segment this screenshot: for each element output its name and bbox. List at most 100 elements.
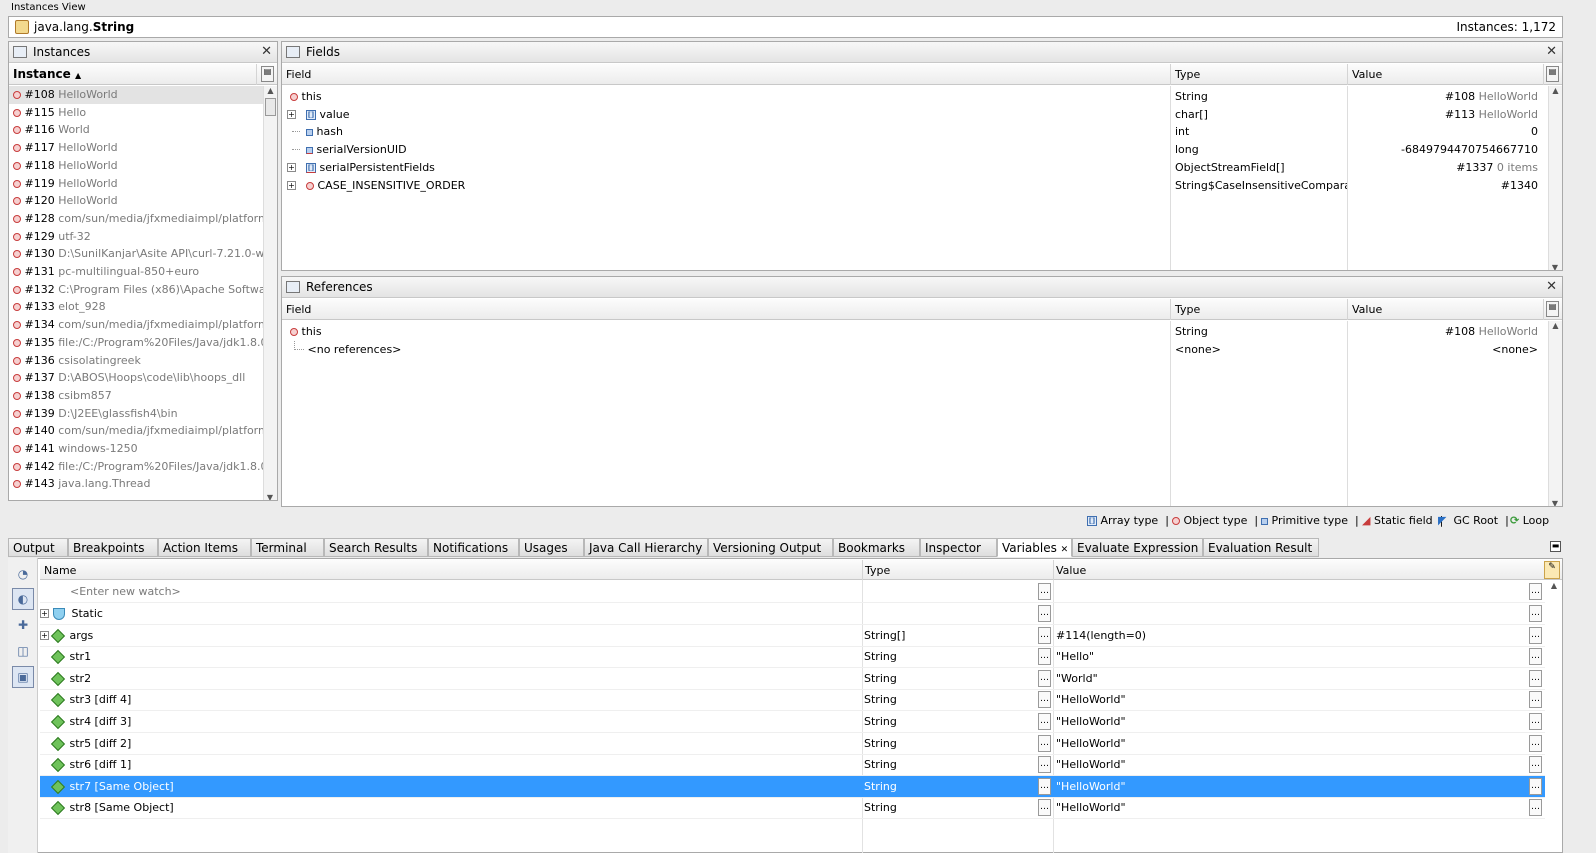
value-edit-button[interactable]: … [1529,669,1542,687]
field-row[interactable]: hash int 0 [282,123,1548,141]
tab-variables[interactable]: Variables ✕ [997,538,1072,557]
tab-breakpoints[interactable]: Breakpoints [68,538,158,557]
type-edit-button[interactable]: … [1038,605,1051,622]
filter-icon[interactable]: ◫ [12,640,34,662]
instances-scrollbar[interactable]: ▲ ▼ [263,86,277,500]
variable-row[interactable]: str6 [diff 1] String… "HelloWorld"… [40,754,1545,777]
watch-icon[interactable]: ◔ [12,563,34,585]
reference-row[interactable]: <no references> <none> <none> [282,340,1548,359]
variable-row[interactable]: str4 [diff 3] String… "HelloWorld"… [40,711,1545,733]
instance-row[interactable]: #131 pc-multilingual-850+euro [9,263,265,281]
field-row[interactable]: + [] value char[] #113 HelloWorld [282,106,1548,124]
variables-scrollbar[interactable]: ▲ [1546,581,1562,853]
value-edit-button[interactable]: … [1529,713,1542,730]
expand-icon[interactable]: + [40,630,49,640]
instance-row[interactable]: #118 HelloWorld [9,157,265,175]
new-watch-input[interactable]: <Enter new watch> [70,581,181,603]
tab-versioning-output[interactable]: Versioning Output [708,538,833,557]
instance-row[interactable]: #140 com/sun/media/jfxmediaimpl/platform… [9,422,277,440]
field-row[interactable]: + [] serialPersistentFields ObjectStreamFi… [282,159,1548,177]
type-column[interactable]: Type [1171,64,1348,85]
field-row[interactable]: serialVersionUID long -6849794470754667710 [282,141,1548,159]
instance-row[interactable]: #134 com/sun/media/jfxmediaimpl/platform… [9,316,277,334]
close-icon[interactable]: ✕ [261,44,272,59]
tab-evaluation-result[interactable]: Evaluation Result [1203,538,1319,557]
type-edit-button[interactable]: … [1038,799,1051,817]
variable-row[interactable]: str3 [diff 4] String… "HelloWorld"… [40,689,1545,712]
instance-row[interactable]: #115 Hello [9,104,265,122]
type-edit-button[interactable]: … [1038,713,1051,730]
tab-usages[interactable]: Usages [519,538,584,557]
type-column[interactable]: Type [865,564,890,577]
type-edit-button[interactable]: … [1038,583,1051,600]
instance-row[interactable]: #141 windows-1250 [9,440,265,458]
instance-row[interactable]: #143 java.lang.Thread [9,475,265,493]
value-column[interactable]: Value [1056,564,1086,577]
fields-scrollbar[interactable]: ▲ ▼ [1548,86,1562,270]
value-edit-button[interactable]: … [1529,626,1542,644]
instance-row[interactable]: #119 HelloWorld [9,175,265,193]
expand-icon[interactable]: + [287,180,296,190]
field-column[interactable]: Field [282,64,1171,85]
value-column[interactable]: Value [1348,64,1544,85]
tab-terminal[interactable]: Terminal [251,538,324,557]
instance-column[interactable]: Instance ▲ [9,64,257,85]
value-edit-button[interactable]: … [1529,605,1542,622]
tab-notifications[interactable]: Notifications [428,538,519,557]
instance-row[interactable]: #136 csisolatingreek [9,352,265,370]
variable-row[interactable]: str8 [Same Object] String… "HelloWorld"… [40,797,1545,820]
column-chooser-button[interactable]: ▤ [1546,301,1559,317]
value-edit-button[interactable]: … [1529,691,1542,709]
type-edit-button[interactable]: … [1038,777,1051,795]
type-edit-button[interactable]: … [1038,626,1051,644]
tab-search-results[interactable]: Search Results [324,538,428,557]
type-edit-button[interactable]: … [1038,648,1051,666]
column-chooser-button[interactable]: ▤ [1546,66,1559,82]
value-edit-button[interactable]: … [1529,777,1542,795]
add-watch-icon[interactable]: ✚ [12,614,34,636]
tab-bookmarks[interactable]: Bookmarks [833,538,920,557]
column-chooser-button[interactable]: ✎ [1544,561,1560,579]
field-row[interactable]: this String #108 HelloWorld [282,88,1548,106]
close-tab-icon[interactable]: ✕ [1061,545,1069,555]
instance-row[interactable]: #138 csibm857 [9,387,265,405]
variable-row[interactable]: str2 String… "World"… [40,668,1545,690]
tab-inspector[interactable]: Inspector [920,538,997,557]
column-chooser-button[interactable]: ▤ [261,66,274,82]
tab-action-items[interactable]: Action Items [158,538,251,557]
tab-output[interactable]: Output [8,538,68,557]
instance-row[interactable]: #133 elot_928 [9,298,265,316]
variable-row[interactable]: + Static…… [40,603,1545,625]
type-column[interactable]: Type [1171,299,1348,320]
minimize-button[interactable]: ▬ [1550,541,1561,552]
type-edit-button[interactable]: … [1038,734,1051,752]
close-icon[interactable]: ✕ [1546,44,1557,59]
instance-row[interactable]: #128 com/sun/media/jfxmediaimpl/platform [9,210,269,228]
references-scrollbar[interactable]: ▲ ▼ [1548,321,1562,506]
instance-row[interactable]: #130 D:\SunilKanjar\Asite API\curl-7.21.… [9,245,277,263]
field-column[interactable]: Field [282,299,1171,320]
field-row[interactable]: + CASE_INSENSITIVE_ORDER String$CaseInsen… [282,177,1548,195]
expand-icon[interactable]: + [40,609,49,618]
show-classes-icon[interactable]: ▣ [12,666,34,688]
variable-row[interactable]: + args String[]… #114(length=0)… [40,625,1545,647]
value-column[interactable]: Value [1348,299,1544,320]
value-edit-button[interactable]: … [1529,799,1542,817]
expand-icon[interactable]: + [287,109,296,119]
variable-row[interactable]: str1 String… "Hello"… [40,646,1545,669]
instance-row[interactable]: #139 D:\J2EE\glassfish4\bin [9,405,265,423]
instance-row[interactable]: #132 C:\Program Files (x86)\Apache Softw… [9,281,277,299]
type-edit-button[interactable]: … [1038,756,1051,774]
expand-icon[interactable]: + [287,162,296,172]
value-edit-button[interactable]: … [1529,734,1542,752]
instance-row[interactable]: #135 file:/C:/Program%20Files/Java/jdk1.… [9,334,277,352]
tab-evaluate-expression[interactable]: Evaluate Expression [1072,538,1203,557]
debugging-view-icon[interactable]: ◐ [12,588,34,610]
type-edit-button[interactable]: … [1038,691,1051,709]
value-edit-button[interactable]: … [1529,648,1542,666]
tab-java-call-hierarchy[interactable]: Java Call Hierarchy [584,538,708,557]
instance-row[interactable]: #142 file:/C:/Program%20Files/Java/jdk1.… [9,458,277,476]
name-column[interactable]: Name [44,564,76,577]
reference-row[interactable]: this String #108 HelloWorld [282,323,1548,341]
instance-row[interactable]: #129 utf-32 [9,228,265,246]
